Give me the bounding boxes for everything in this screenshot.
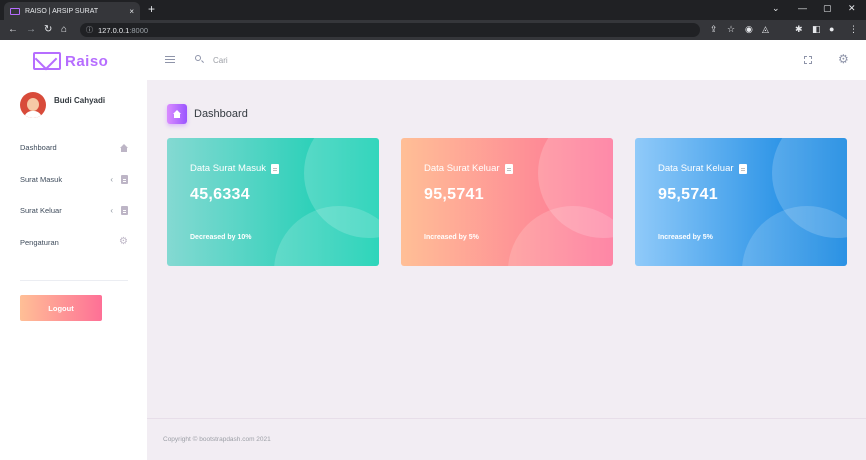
sidebar-item-label: Surat Keluar [20,206,62,216]
search-icon [195,55,201,61]
sidebar-item-pengaturan[interactable]: Pengaturan ⚙ [20,227,128,259]
sidebar-item-surat-keluar[interactable]: Surat Keluar ‹ [20,195,128,227]
logout-button[interactable]: Logout [20,295,102,321]
card-title-text: Data Surat Keluar [658,163,734,174]
document-icon [504,163,513,174]
url-port: :8000 [129,25,149,35]
sidebar-item-dashboard[interactable]: Dashboard [20,132,128,164]
stat-card-surat-keluar-2: Data Surat Keluar 95,5741 Increased by 5… [635,138,847,266]
card-note: Increased by 5% [424,234,479,241]
card-value: 95,5741 [658,186,718,203]
card-value: 95,5741 [424,186,484,203]
card-note: Decreased by 10% [190,234,252,241]
browser-address-bar: ← → ↻ ⌂ ⓘ 127.0.0.1 :8000 ⇪ ☆ ◉ ◬ ✱ ◧ ● … [0,20,866,40]
page-header: Dashboard [167,104,248,124]
sidebar-item-label: Dashboard [20,143,57,153]
document-icon [271,163,280,174]
url-host: 127.0.0.1 [98,25,130,35]
extension-icon[interactable]: ◬ [762,24,769,35]
footer: Copyright © bootstrapdash.com 2021 [147,418,866,460]
card-value: 45,6334 [190,186,250,203]
new-tab-button[interactable]: + [148,2,155,16]
hamburger-menu-icon[interactable] [165,56,175,63]
envelope-logo-icon [33,52,61,70]
avatar [20,92,46,118]
sidebar: Raiso Budi Cahyadi Dashboard Surat Masuk… [0,40,147,460]
bookmark-star-icon[interactable]: ☆ [727,24,735,35]
maximize-icon[interactable]: ▢ [823,3,832,14]
site-info-icon[interactable]: ⓘ [86,25,93,35]
card-note: Increased by 5% [658,234,713,241]
back-icon[interactable]: ← [8,24,18,35]
user-name: Budi Cahyadi [54,95,106,105]
chevron-left-icon: ‹ [110,206,113,216]
sidebar-item-label: Surat Masuk [20,174,63,184]
file-icon [121,206,128,216]
card-title-text: Data Surat Keluar [424,163,500,174]
tab-search-icon[interactable]: ⌄ [772,3,780,14]
gear-icon: ⚙ [119,236,128,248]
home-icon [120,143,128,152]
copyright-text: Copyright © bootstrapdash.com 2021 [163,436,271,443]
card-title: Data Surat Masuk [190,163,280,174]
sidebar-divider [20,280,128,281]
home-browser-icon[interactable]: ⌂ [61,24,67,35]
reload-icon[interactable]: ↻ [44,24,52,35]
user-profile[interactable]: Budi Cahyadi [20,92,105,118]
browser-tab-bar: RAISO | ARSIP SURAT × + ⌄ — ▢ ✕ [0,0,866,20]
profile-avatar-icon[interactable]: ● [829,24,834,34]
sidebar-item-label: Pengaturan [20,237,59,247]
stat-card-surat-keluar: Data Surat Keluar 95,5741 Increased by 5… [401,138,613,266]
close-window-icon[interactable]: ✕ [848,3,856,14]
page-title: Dashboard [194,108,248,120]
sidebar-item-surat-masuk[interactable]: Surat Masuk ‹ [20,164,128,196]
puzzle-extensions-icon[interactable]: ✱ [795,24,803,35]
brand-logo[interactable]: Raiso [33,52,108,70]
brand-name: Raiso [65,52,109,70]
stat-card-surat-masuk: Data Surat Masuk 45,6334 Decreased by 10… [167,138,379,266]
camera-extension-icon[interactable]: ◉ [745,24,753,35]
file-icon [121,174,128,184]
search-input[interactable] [213,53,413,67]
minimize-icon[interactable]: — [798,3,807,13]
card-title: Data Surat Keluar [658,163,747,174]
document-icon [738,163,747,174]
forward-icon[interactable]: → [26,24,36,35]
url-field[interactable]: ⓘ 127.0.0.1 :8000 [80,23,700,37]
tab-close-icon[interactable]: × [129,7,134,16]
home-badge-icon [167,104,187,124]
envelope-favicon-icon [10,7,20,15]
settings-gear-icon[interactable]: ⚙ [838,52,849,66]
sidebar-menu: Dashboard Surat Masuk ‹ Surat Keluar ‹ P… [20,132,128,258]
top-navbar: ⚙ [147,40,866,80]
fullscreen-icon[interactable] [804,56,812,64]
browser-tab[interactable]: RAISO | ARSIP SURAT × [4,2,140,20]
side-panel-icon[interactable]: ◧ [812,24,821,35]
browser-menu-icon[interactable]: ⋮ [849,24,858,35]
chevron-left-icon: ‹ [110,174,113,184]
card-title: Data Surat Keluar [424,163,513,174]
browser-tab-title: RAISO | ARSIP SURAT [25,7,99,15]
share-icon[interactable]: ⇪ [710,24,718,35]
card-title-text: Data Surat Masuk [190,163,267,174]
